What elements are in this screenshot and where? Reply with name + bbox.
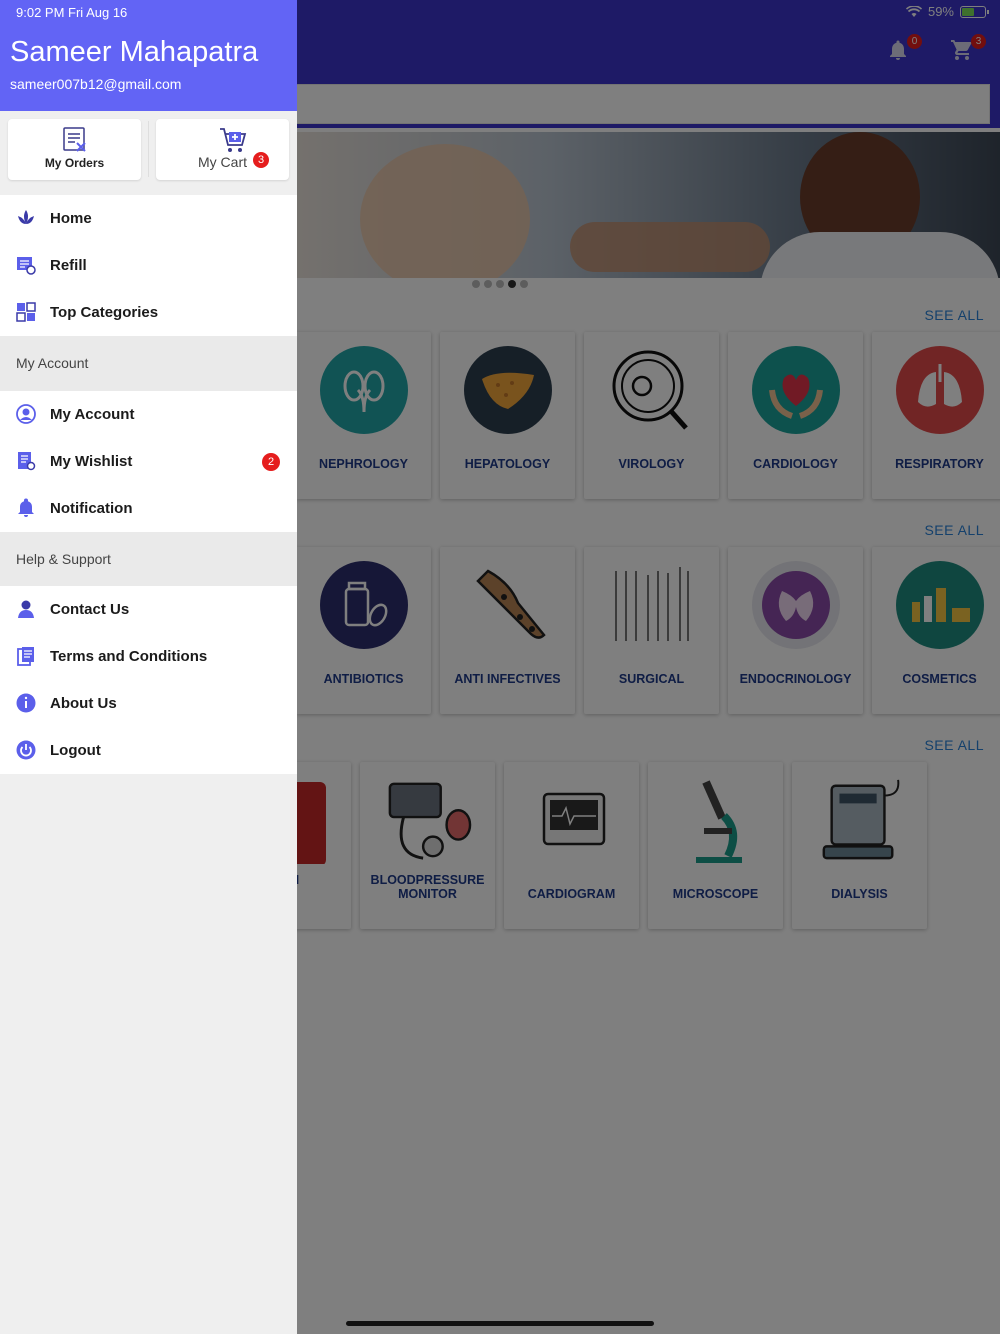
document-icon bbox=[17, 647, 34, 666]
cart-plus-icon bbox=[220, 128, 247, 152]
menu-label: About Us bbox=[50, 695, 117, 712]
user-name: Sameer Mahapatra bbox=[10, 36, 259, 68]
section-help-support: Help & Support bbox=[0, 532, 297, 587]
info-icon bbox=[16, 693, 36, 713]
quick-actions: My Orders My Cart 3 bbox=[0, 111, 297, 189]
status-time: 9:02 PM Fri Aug 16 bbox=[16, 5, 128, 20]
menu-item-refill[interactable]: Refill bbox=[0, 242, 297, 289]
cart-count-badge: 3 bbox=[253, 152, 269, 168]
user-icon bbox=[16, 404, 36, 424]
lotus-icon bbox=[18, 210, 34, 224]
menu-label: Top Categories bbox=[50, 304, 159, 321]
my-orders-label: My Orders bbox=[44, 156, 105, 170]
menu-item-terms[interactable]: Terms and Conditions bbox=[0, 633, 297, 680]
navigation-drawer: 9:02 PM Fri Aug 16 Sameer Mahapatra same… bbox=[0, 0, 297, 1334]
menu-item-logout[interactable]: Logout bbox=[0, 727, 297, 774]
section-title: My Account bbox=[16, 355, 89, 371]
menu-item-home[interactable]: Home bbox=[0, 195, 297, 242]
menu-label: Refill bbox=[50, 257, 87, 274]
help-menu: Contact Us Terms and Conditions About Us… bbox=[0, 586, 297, 774]
account-menu: My Account My Wishlist 2 Notification bbox=[0, 391, 297, 532]
orders-icon bbox=[62, 127, 86, 152]
power-icon bbox=[16, 740, 36, 760]
menu-label: My Wishlist bbox=[50, 453, 133, 470]
menu-item-top-categories[interactable]: Top Categories bbox=[0, 289, 297, 336]
menu-item-about-us[interactable]: About Us bbox=[0, 680, 297, 727]
section-my-account: My Account bbox=[0, 336, 297, 391]
contact-icon bbox=[18, 600, 34, 618]
bell-icon bbox=[18, 498, 34, 517]
grid-icon bbox=[16, 302, 36, 322]
home-indicator[interactable] bbox=[346, 1321, 654, 1326]
my-cart-button[interactable]: My Cart 3 bbox=[156, 119, 289, 180]
menu-item-contact-us[interactable]: Contact Us bbox=[0, 586, 297, 633]
refill-icon bbox=[17, 257, 36, 275]
menu-label: Notification bbox=[50, 500, 133, 517]
quick-divider bbox=[148, 121, 149, 177]
menu-item-my-account[interactable]: My Account bbox=[0, 391, 297, 438]
user-email: sameer007b12@gmail.com bbox=[10, 76, 182, 92]
menu-label: Home bbox=[50, 210, 92, 227]
menu-label: Terms and Conditions bbox=[50, 648, 208, 665]
menu-label: Logout bbox=[50, 742, 101, 759]
my-orders-button[interactable]: My Orders bbox=[8, 119, 141, 180]
section-title: Help & Support bbox=[16, 551, 111, 567]
menu-item-my-wishlist[interactable]: My Wishlist 2 bbox=[0, 438, 297, 485]
drawer-header: 9:02 PM Fri Aug 16 Sameer Mahapatra same… bbox=[0, 0, 297, 111]
my-cart-label: My Cart bbox=[198, 154, 247, 170]
menu-label: My Account bbox=[50, 406, 135, 423]
menu-label: Contact Us bbox=[50, 601, 130, 618]
wishlist-icon bbox=[18, 452, 36, 471]
main-menu: Home Refill Top Categories bbox=[0, 195, 297, 336]
wishlist-badge: 2 bbox=[262, 452, 280, 471]
menu-item-notification[interactable]: Notification bbox=[0, 485, 297, 532]
